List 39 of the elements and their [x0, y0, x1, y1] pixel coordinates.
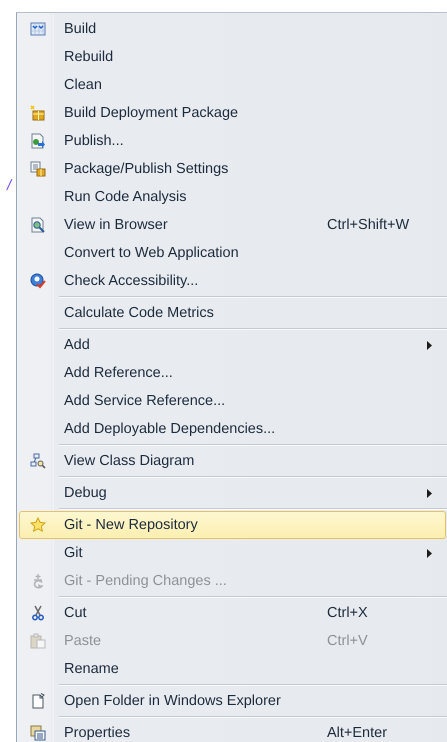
submenu-arrow-icon: [427, 548, 432, 558]
menu-item[interactable]: Publish...: [19, 127, 446, 155]
menu-item[interactable]: Debug: [19, 479, 446, 507]
menu-item[interactable]: Check Accessibility...: [19, 267, 446, 295]
menu-item[interactable]: Rebuild: [19, 43, 446, 71]
submenu-arrow-icon: [427, 488, 432, 498]
star-icon: [30, 517, 46, 533]
code-fragment: /: [7, 176, 14, 196]
menu-item[interactable]: View in Browser Ctrl+Shift+W: [19, 211, 446, 239]
menu-item[interactable]: Open Folder in Windows Explorer: [19, 687, 446, 715]
menu-item[interactable]: Properties Alt+Enter: [19, 719, 446, 742]
menu-item[interactable]: Add Deployable Dependencies...: [19, 415, 446, 443]
clipboard-icon: [30, 633, 46, 649]
menu-item[interactable]: Rename: [19, 655, 446, 683]
menu-item[interactable]: Add: [19, 331, 446, 359]
menu-item[interactable]: Add Reference...: [19, 359, 446, 387]
menu-item[interactable]: Package/Publish Settings: [19, 155, 446, 183]
accessibility-check-icon: [30, 273, 46, 289]
class-diagram-icon: [30, 453, 46, 469]
package-icon: [30, 105, 46, 121]
menu-item[interactable]: Run Code Analysis: [19, 183, 446, 211]
settings-package-icon: [30, 161, 46, 177]
properties-icon: [30, 725, 46, 741]
menu-item[interactable]: Add Service Reference...: [19, 387, 446, 415]
menu-item[interactable]: View Class Diagram: [19, 447, 446, 475]
menu-item[interactable]: Build: [19, 15, 446, 43]
publish-icon: [30, 133, 46, 149]
menu-item[interactable]: Cut Ctrl+X: [19, 599, 446, 627]
menu-item[interactable]: Build Deployment Package: [19, 99, 446, 127]
menu-item[interactable]: Convert to Web Application: [19, 239, 446, 267]
browser-magnifier-icon: [30, 217, 46, 233]
menu-item[interactable]: Git: [19, 539, 446, 567]
menu-item[interactable]: Calculate Code Metrics: [19, 299, 446, 327]
document-icon: [30, 693, 46, 709]
build-icon: [30, 21, 46, 37]
scissors-icon: [30, 605, 46, 621]
menu-item[interactable]: Clean: [19, 71, 446, 99]
menu-item[interactable]: Git - New Repository: [19, 511, 446, 539]
submenu-arrow-icon: [427, 340, 432, 350]
